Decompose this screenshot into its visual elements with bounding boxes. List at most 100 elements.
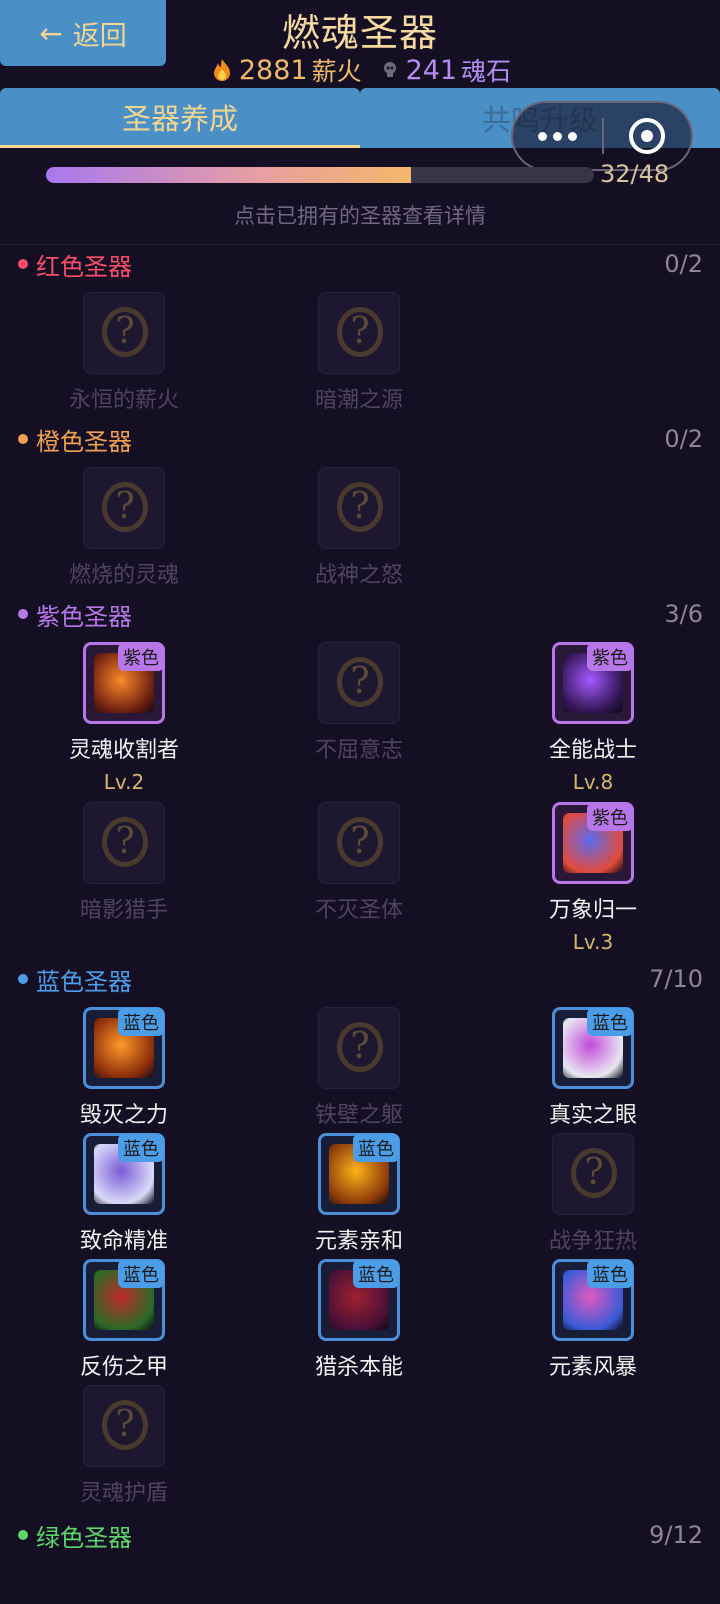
artifact-name: 不屈意志 bbox=[314, 738, 403, 763]
section-title: 绿色圣器 bbox=[36, 1523, 132, 1552]
artifact-item[interactable]: 蓝色真实之眼 bbox=[493, 1007, 693, 1129]
fire-resource: 2881 薪火 bbox=[209, 52, 362, 88]
artifact-item: ? 燃烧的灵魂 bbox=[24, 467, 224, 589]
artifact-name: 不灭圣体 bbox=[314, 898, 403, 923]
artifact-name: 元素风暴 bbox=[548, 1355, 637, 1380]
section-dot-icon bbox=[18, 434, 28, 444]
rarity-badge: 蓝色 bbox=[353, 1134, 399, 1162]
section-title: 橙色圣器 bbox=[36, 427, 132, 456]
question-mark-icon: ? bbox=[337, 1022, 383, 1072]
locked-question-icon: ? bbox=[83, 802, 165, 884]
locked-question-icon: ? bbox=[83, 292, 165, 374]
artifact-icon: 蓝色 bbox=[318, 1133, 400, 1215]
artifact-name: 万象归一 bbox=[548, 898, 637, 923]
locked-question-icon: ? bbox=[318, 292, 400, 374]
locked-question-icon: ? bbox=[318, 1007, 400, 1089]
artifact-item: ? 战神之怒 bbox=[259, 467, 459, 589]
artifact-icon: 蓝色 bbox=[83, 1259, 165, 1341]
artifact-item[interactable]: 蓝色 元素风暴 bbox=[493, 1259, 693, 1381]
section-title: 蓝色圣器 bbox=[36, 967, 132, 996]
artifact-item: ? 灵魂护盾 bbox=[24, 1385, 224, 1507]
section-dot-icon bbox=[18, 1530, 28, 1540]
artifact-name: 永恒的薪火 bbox=[68, 388, 179, 413]
artifact-name: 战争狂热 bbox=[548, 1229, 637, 1254]
section-count: 7/10 bbox=[649, 965, 703, 993]
artifact-name: 致命精准 bbox=[79, 1229, 168, 1254]
soul-count: 241 bbox=[405, 54, 458, 86]
locked-question-icon: ? bbox=[318, 642, 400, 724]
more-dots-icon[interactable] bbox=[513, 131, 602, 141]
artifact-name: 灵魂收割者 bbox=[68, 738, 179, 763]
artifact-name: 猎杀本能 bbox=[314, 1355, 403, 1380]
artifact-icon: 蓝色 bbox=[552, 1007, 634, 1089]
artifact-item: ? 暗潮之源 bbox=[259, 292, 459, 414]
section-dot-icon bbox=[18, 609, 28, 619]
artifact-name: 暗潮之源 bbox=[314, 388, 403, 413]
artifact-name: 真实之眼 bbox=[548, 1103, 637, 1128]
artifact-item: ? 战争狂热 bbox=[493, 1133, 693, 1255]
section-count: 0/2 bbox=[664, 425, 703, 453]
artifact-item[interactable]: 蓝色 致命精准 bbox=[24, 1133, 224, 1255]
artifact-name: 暗影猎手 bbox=[79, 898, 168, 923]
close-target-icon[interactable] bbox=[604, 118, 691, 154]
section-title: 红色圣器 bbox=[36, 252, 132, 281]
artifact-item: ? 暗影猎手 bbox=[24, 802, 224, 924]
artifact-icon: 蓝色 bbox=[83, 1133, 165, 1215]
resource-bar: 2881 薪火 241 魂石 bbox=[0, 52, 720, 88]
artifact-item: ? 不屈意志 bbox=[259, 642, 459, 764]
question-mark-icon: ? bbox=[102, 1400, 148, 1450]
rarity-badge: 紫色 bbox=[587, 803, 633, 831]
section-header: 紫色圣器 3/6 bbox=[18, 598, 703, 631]
artifact-icon: 紫色 bbox=[552, 802, 634, 884]
hint-text: 点击已拥有的圣器查看详情 bbox=[234, 204, 486, 228]
header: ← 返回 燃魂圣器 2881 薪火 241 魂石 bbox=[0, 0, 720, 86]
locked-question-icon: ? bbox=[83, 1385, 165, 1467]
artifact-name: 元素亲和 bbox=[314, 1229, 403, 1254]
rarity-badge: 蓝色 bbox=[587, 1008, 633, 1036]
tab-artifact-training[interactable]: 圣器养成 bbox=[0, 88, 360, 148]
artifact-item[interactable]: 蓝色 毁灭之力 bbox=[24, 1007, 224, 1129]
artifact-item[interactable]: 紫色 全能战士 Lv.8 bbox=[493, 642, 693, 794]
artifact-icon: 蓝色 bbox=[83, 1007, 165, 1089]
locked-question-icon: ? bbox=[552, 1133, 634, 1215]
section-header: 红色圣器 0/2 bbox=[18, 248, 703, 281]
soul-resource: 241 魂石 bbox=[382, 52, 511, 88]
question-mark-icon: ? bbox=[102, 817, 148, 867]
artifact-name: 燃烧的灵魂 bbox=[68, 563, 179, 588]
rarity-badge: 蓝色 bbox=[118, 1260, 164, 1288]
locked-question-icon: ? bbox=[83, 467, 165, 549]
artifact-item[interactable]: 蓝色 猎杀本能 bbox=[259, 1259, 459, 1381]
page-title: 燃魂圣器 bbox=[281, 11, 438, 55]
artifact-item[interactable]: 紫色灵魂收割者 Lv.2 bbox=[24, 642, 224, 794]
question-mark-icon: ? bbox=[337, 482, 383, 532]
question-mark-icon: ? bbox=[337, 307, 383, 357]
question-mark-icon: ? bbox=[337, 817, 383, 867]
section-dot-icon bbox=[18, 974, 28, 984]
artifact-item[interactable]: 紫色 万象归一 Lv.3 bbox=[493, 802, 693, 954]
skull-icon bbox=[383, 62, 396, 77]
artifact-item: ? 铁壁之躯 bbox=[259, 1007, 459, 1129]
section-header: 绿色圣器 9/12 bbox=[18, 1519, 703, 1552]
locked-question-icon: ? bbox=[318, 802, 400, 884]
divider bbox=[0, 244, 720, 245]
artifact-level: Lv.2 bbox=[103, 770, 145, 794]
question-mark-icon: ? bbox=[102, 482, 148, 532]
question-mark-icon: ? bbox=[571, 1148, 617, 1198]
artifact-item: ? 不灭圣体 bbox=[259, 802, 459, 924]
artifact-level: Lv.8 bbox=[572, 770, 614, 794]
section-count: 0/2 bbox=[664, 250, 703, 278]
section-count: 9/12 bbox=[649, 1521, 703, 1549]
artifact-icon: 紫色 bbox=[83, 642, 165, 724]
artifact-icon: 蓝色 bbox=[318, 1259, 400, 1341]
artifact-name: 灵魂护盾 bbox=[79, 1481, 168, 1506]
artifact-name: 铁壁之躯 bbox=[314, 1103, 403, 1128]
artifact-item[interactable]: 蓝色元素亲和 bbox=[259, 1133, 459, 1255]
artifact-item[interactable]: 蓝色反伤之甲 bbox=[24, 1259, 224, 1381]
artifact-name: 反伤之甲 bbox=[79, 1355, 168, 1380]
flame-icon bbox=[213, 59, 230, 81]
artifact-item: ? 永恒的薪火 bbox=[24, 292, 224, 414]
section-header: 蓝色圣器 7/10 bbox=[18, 963, 703, 996]
locked-question-icon: ? bbox=[318, 467, 400, 549]
artifact-name: 毁灭之力 bbox=[79, 1103, 168, 1128]
progress-fill bbox=[46, 167, 412, 183]
